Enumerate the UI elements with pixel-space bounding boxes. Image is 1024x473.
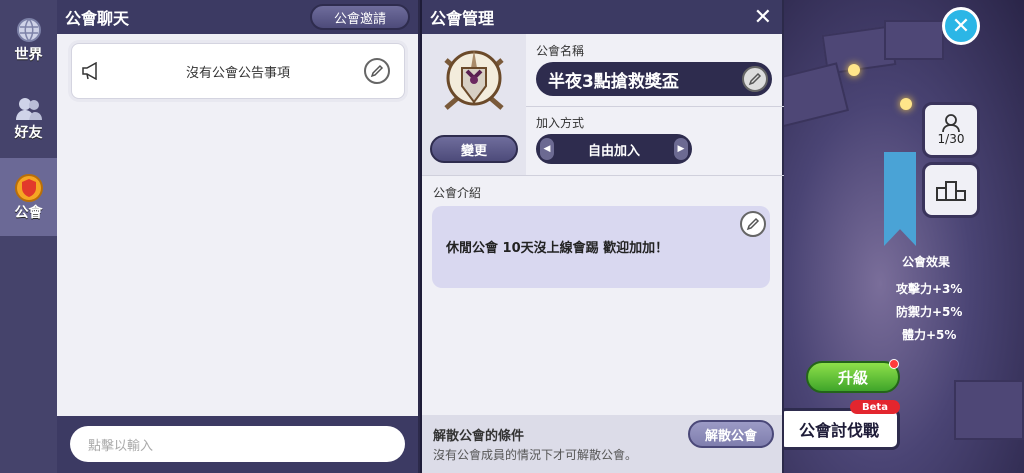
- guild-name-label: 公會名稱: [536, 44, 585, 58]
- notification-dot: [889, 359, 899, 369]
- guild-management-panel: 公會管理 ✕ 變更 公會名稱 半夜3點搶救獎盃 加入方式 ◀ 自由加入 ▶ 公會…: [420, 0, 784, 473]
- ranking-button[interactable]: [922, 162, 980, 218]
- guild-invite-button[interactable]: 公會邀請: [309, 4, 410, 30]
- guild-intro-label: 公會介紹: [433, 186, 482, 200]
- notice-text: 沒有公會公告事項: [185, 65, 290, 81]
- upgrade-button[interactable]: 升級: [806, 361, 900, 393]
- guild-notice: 沒有公會公告事項: [71, 43, 405, 99]
- edit-intro-button[interactable]: [740, 211, 766, 237]
- castle-wall: [954, 380, 1024, 440]
- member-count-button[interactable]: 1/30: [922, 102, 980, 158]
- rail-item-guild[interactable]: 公會: [0, 158, 57, 236]
- disband-guild-button[interactable]: 解散公會: [688, 420, 774, 448]
- guild-effect-line: 攻擊力+3%: [896, 282, 963, 296]
- divider: [526, 106, 784, 107]
- megaphone-icon: [72, 62, 112, 80]
- guild-effect-line: 體力+5%: [902, 328, 957, 342]
- chat-footer: 點擊以輸入: [57, 416, 418, 473]
- guild-chat-panel: 公會聊天 公會邀請 沒有公會公告事項 點擊以輸入: [57, 0, 418, 473]
- join-method-selector: ◀ 自由加入 ▶: [536, 134, 692, 164]
- guild-emblem-box: 變更: [422, 34, 526, 175]
- guild-name-field: 半夜3點搶救獎盃: [536, 62, 772, 96]
- guild-shield-icon: [14, 174, 44, 202]
- join-prev-button[interactable]: ◀: [540, 138, 554, 160]
- rail-item-label: 世界: [14, 47, 43, 63]
- guild-banner: [884, 152, 916, 246]
- member-count: 1/30: [937, 132, 965, 146]
- close-circle-button[interactable]: ✕: [942, 7, 980, 45]
- beta-badge: Beta: [850, 400, 900, 414]
- guild-title: 公會管理: [430, 9, 495, 28]
- chat-input[interactable]: 點擊以輸入: [70, 426, 405, 462]
- light-orb: [900, 98, 912, 110]
- pencil-icon: [370, 64, 384, 78]
- castle-wall: [784, 62, 850, 128]
- chat-title: 公會聊天: [65, 9, 130, 28]
- chat-header: 公會聊天 公會邀請: [57, 0, 418, 34]
- join-method-value: 自由加入: [587, 143, 640, 159]
- disband-section: 解散公會的條件 沒有公會成員的情況下才可解散公會。 解散公會: [422, 415, 782, 473]
- edit-name-button[interactable]: [742, 66, 768, 92]
- pencil-icon: [748, 72, 762, 86]
- divider: [422, 175, 784, 176]
- left-rail: 世界 好友 公會: [0, 0, 57, 473]
- pencil-icon: [746, 217, 760, 231]
- castle-wall: [884, 20, 944, 60]
- rail-item-label: 好友: [14, 125, 43, 141]
- guild-intro-box: 休閒公會 10天沒上線會踢 歡迎加加！: [432, 206, 770, 288]
- close-icon[interactable]: ✕: [754, 5, 772, 30]
- rail-item-friends[interactable]: 好友: [0, 94, 57, 142]
- member-icon: [942, 114, 960, 132]
- game-screen: 世界 好友 公會 公會聊天 公會邀請 沒有公會公告事項 點擊以輸入 公會管理 ✕…: [0, 0, 1024, 473]
- join-method-label: 加入方式: [536, 116, 585, 130]
- rail-item-label: 公會: [14, 205, 43, 221]
- podium-icon: [936, 181, 966, 201]
- guild-raid-button[interactable]: 公會討伐戰: [784, 408, 900, 450]
- guild-effect-line: 防禦力+5%: [896, 305, 963, 319]
- light-orb: [848, 64, 860, 76]
- join-next-button[interactable]: ▶: [673, 138, 688, 160]
- guild-lobby-scene: ✕ 1/30 公會效果 攻擊力+3% 防禦力+5% 體力+5% 升級 公會討伐戰…: [784, 0, 1024, 473]
- guild-emblem-icon: [444, 50, 504, 110]
- change-emblem-button[interactable]: 變更: [430, 135, 518, 163]
- guild-intro-text: 休閒公會 10天沒上線會踢 歡迎加加！: [446, 241, 669, 256]
- globe-icon: [14, 16, 44, 44]
- edit-notice-button[interactable]: [364, 58, 390, 84]
- guild-effect-title: 公會效果: [902, 255, 951, 269]
- guild-name-value: 半夜3點搶救獎盃: [548, 71, 679, 92]
- guild-header: 公會管理 ✕: [422, 0, 782, 34]
- disband-title: 解散公會的條件: [433, 429, 525, 444]
- rail-item-world[interactable]: 世界: [0, 16, 57, 64]
- disband-condition-text: 沒有公會成員的情況下才可解散公會。: [433, 448, 638, 462]
- friends-icon: [14, 94, 44, 122]
